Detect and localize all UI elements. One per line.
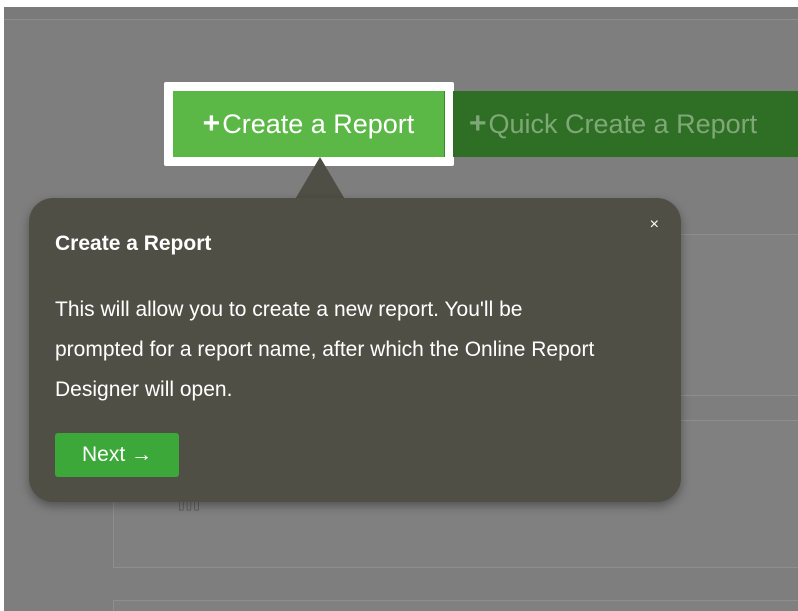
page: ▯▯▯ + Create a Report + Quick Create a R… xyxy=(0,0,798,611)
next-button[interactable]: Next → xyxy=(55,433,179,477)
tour-tooltip: × Create a Report This will allow you to… xyxy=(29,198,681,502)
background-panel xyxy=(113,600,798,611)
create-report-label: Create a Report xyxy=(222,108,415,139)
top-border xyxy=(0,0,798,7)
create-report-button[interactable]: + Create a Report xyxy=(173,91,445,157)
tooltip-title: Create a Report xyxy=(55,232,212,255)
quick-create-report-label: Quick Create a Report xyxy=(488,108,758,139)
left-border xyxy=(0,0,4,611)
close-icon[interactable]: × xyxy=(650,216,659,234)
quick-create-report-button[interactable]: + Quick Create a Report xyxy=(453,91,798,157)
top-bar-dimmed xyxy=(0,7,798,20)
tooltip-pointer xyxy=(294,157,346,201)
plus-icon: + xyxy=(202,107,221,140)
tooltip-body: This will allow you to create a new repo… xyxy=(55,298,595,401)
plus-icon: + xyxy=(469,107,487,140)
